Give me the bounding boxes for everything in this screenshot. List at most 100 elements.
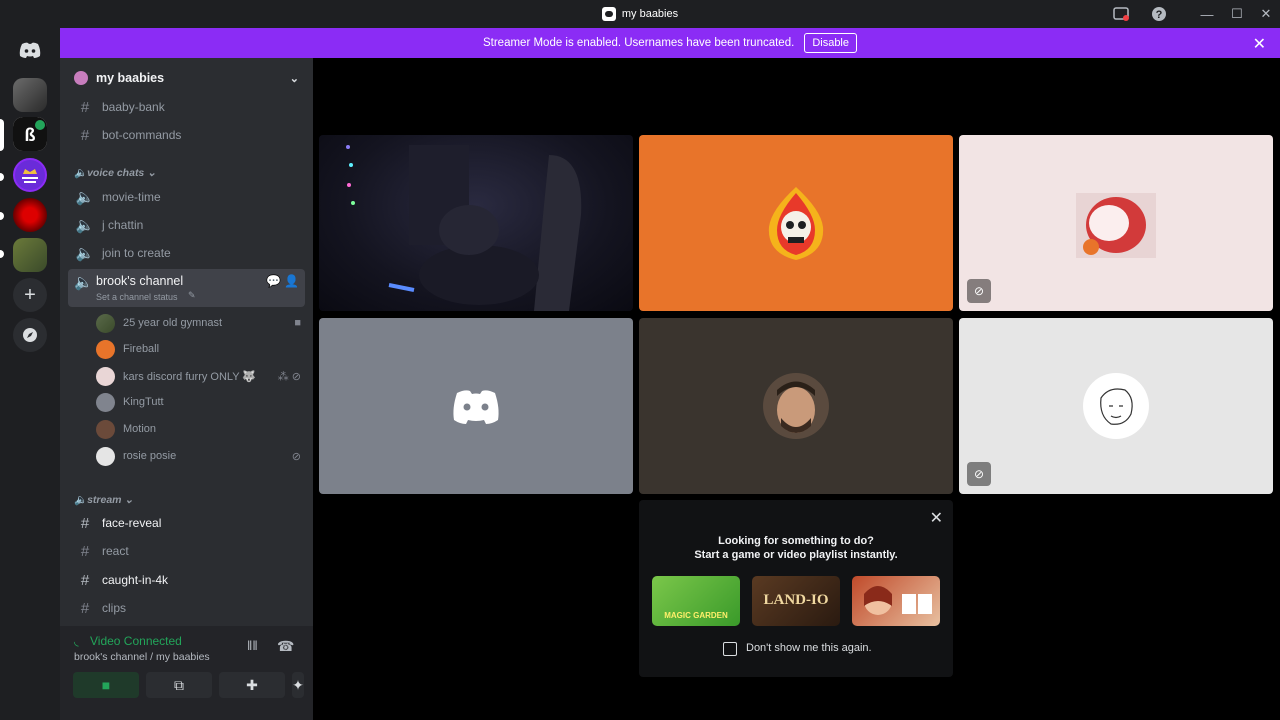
channel-label: join to create: [102, 246, 171, 260]
inbox-icon[interactable]: [1106, 0, 1136, 28]
close-window-icon[interactable]: ✕: [1251, 0, 1280, 28]
category-label: voice chats: [87, 167, 145, 179]
server-car[interactable]: [13, 78, 47, 112]
dont-show-label[interactable]: Don't show me this again.: [746, 642, 872, 654]
sketch-avatar: [1083, 373, 1149, 439]
screenshare-icon: ⧉: [174, 676, 184, 693]
discord-home-icon[interactable]: [13, 33, 47, 67]
hash-icon: #: [80, 98, 90, 116]
svg-text:ß: ß: [25, 125, 36, 145]
server-header[interactable]: my baabies ⌄: [60, 58, 313, 98]
avatar: [96, 366, 115, 386]
skull-avatar: [768, 187, 824, 260]
channel-label: caught-in-4k: [102, 573, 169, 587]
video-tile-gymnast[interactable]: [319, 135, 633, 311]
channel-caught-in-4k[interactable]: # caught-in-4k: [68, 567, 306, 593]
voice-user[interactable]: 25 year old gymnast ■: [96, 311, 301, 335]
speaker-icon: 🔈: [75, 245, 95, 262]
close-popup-icon[interactable]: ✕: [930, 508, 943, 528]
avatar: [96, 392, 115, 412]
channel-face-reveal[interactable]: # face-reveal: [68, 510, 306, 536]
active-voice-channel[interactable]: 🔈 brook's channel Set a channel status ✎…: [68, 269, 305, 307]
voice-user[interactable]: KingTutt: [96, 390, 301, 414]
channel-sidebar: my baabies ⌄ # baaby-bank # bot-commands 🔈…: [60, 58, 313, 720]
video-tile-kingtutt[interactable]: [319, 318, 633, 494]
speaker-icon: 🔈: [74, 274, 93, 291]
maximize-icon[interactable]: ☐: [1222, 0, 1252, 28]
streamer-mode-banner: Streamer Mode is enabled. Usernames have…: [60, 28, 1280, 58]
user-name: KingTutt: [123, 396, 164, 408]
add-server-icon[interactable]: +: [13, 278, 47, 312]
hash-icon: #: [80, 542, 90, 560]
gamepad-icon: ✚: [246, 676, 258, 693]
popup-headline: Looking for something to do?: [718, 535, 874, 547]
help-icon[interactable]: ?: [1144, 0, 1174, 28]
voice-user[interactable]: kars discord furry ONLY 🐺 ⁂ ⊘: [96, 364, 301, 388]
voice-user[interactable]: Fireball: [96, 337, 301, 361]
connection-status[interactable]: Video Connected: [90, 634, 182, 648]
voice-channel-join-to-create[interactable]: 🔈 join to create: [68, 240, 306, 266]
svg-text:?: ?: [1156, 9, 1163, 21]
active-channel-name: brook's channel: [96, 274, 184, 288]
video-tile-motion[interactable]: [639, 318, 953, 494]
minimize-icon[interactable]: —: [1192, 0, 1222, 28]
avatar: [96, 339, 115, 359]
server-content-central[interactable]: [13, 158, 47, 192]
close-banner-icon[interactable]: ✕: [1253, 34, 1266, 54]
discover-icon[interactable]: [13, 318, 47, 352]
motion-avatar: [763, 373, 829, 439]
video-tile-kars[interactable]: ⊘: [959, 135, 1273, 311]
server-rail: ß +: [0, 28, 60, 720]
avatar: [96, 419, 115, 439]
hash-icon: #: [80, 599, 90, 617]
activity-magic-garden[interactable]: MAGIC GARDEN: [652, 576, 740, 626]
voice-user[interactable]: Motion: [96, 417, 301, 441]
activity-land-io[interactable]: LAND-IO: [752, 576, 840, 626]
channel-react[interactable]: # react: [68, 538, 306, 564]
channel-label: react: [102, 544, 129, 558]
server-my-baabies[interactable]: ß: [13, 117, 47, 151]
category-stream[interactable]: 🔈stream ⌄: [74, 493, 133, 506]
screenshare-button[interactable]: ⧉: [146, 672, 212, 698]
server-red[interactable]: [13, 198, 47, 232]
noise-suppression-icon[interactable]: ǁǁ: [247, 638, 258, 653]
disconnect-icon[interactable]: ☎: [277, 638, 294, 655]
activity-card-game[interactable]: [852, 576, 940, 626]
video-icon: ■: [294, 317, 301, 329]
signal-icon: ◟: [74, 634, 79, 648]
voice-channel-movie-time[interactable]: 🔈 movie-time: [68, 184, 306, 210]
video-tile-fireball[interactable]: [639, 135, 953, 311]
user-name: kars discord furry ONLY 🐺: [123, 370, 257, 383]
disable-button[interactable]: Disable: [804, 33, 857, 53]
avatar: [96, 313, 115, 333]
dont-show-checkbox[interactable]: [723, 642, 737, 656]
category-label: stream: [87, 494, 122, 506]
chat-bubble-icon[interactable]: 💬: [266, 274, 281, 288]
pencil-icon: ✎: [188, 290, 196, 300]
server-badge-icon: [74, 71, 88, 85]
channel-label: movie-time: [102, 190, 161, 204]
unread-pill: [0, 173, 4, 181]
channel-clips[interactable]: # clips: [68, 595, 306, 621]
category-voice-chats[interactable]: 🔈voice chats ⌄: [74, 166, 156, 179]
add-member-icon[interactable]: 👤: [284, 274, 299, 288]
camera-button[interactable]: ■: [73, 672, 139, 698]
voice-connection-panel: ◟ Video Connected brook's channel / my b…: [60, 626, 313, 720]
discord-default-avatar: [453, 390, 499, 424]
voice-channel-j-chattin[interactable]: 🔈 j chattin: [68, 212, 306, 238]
user-name: 25 year old gymnast: [123, 317, 223, 329]
speaker-icon: 🔈: [75, 189, 95, 206]
connection-location[interactable]: brook's channel / my baabies: [74, 651, 210, 663]
channel-status-link[interactable]: Set a channel status: [96, 292, 178, 302]
video-tile-rosie[interactable]: ⊘: [959, 318, 1273, 494]
soundboard-button[interactable]: ✦: [292, 672, 304, 698]
window-titlebar: my baabies ? — ☐ ✕: [0, 0, 1280, 28]
server-green[interactable]: [13, 238, 47, 272]
channel-baaby-bank[interactable]: # baaby-bank: [68, 94, 306, 120]
server-icon: [601, 7, 616, 21]
channel-label: clips: [102, 601, 127, 615]
window-title-area: my baabies: [0, 0, 1280, 28]
channel-bot-commands[interactable]: # bot-commands: [68, 122, 306, 148]
voice-user[interactable]: rosie posie ⊘: [96, 444, 301, 468]
activity-button[interactable]: ✚: [219, 672, 285, 698]
